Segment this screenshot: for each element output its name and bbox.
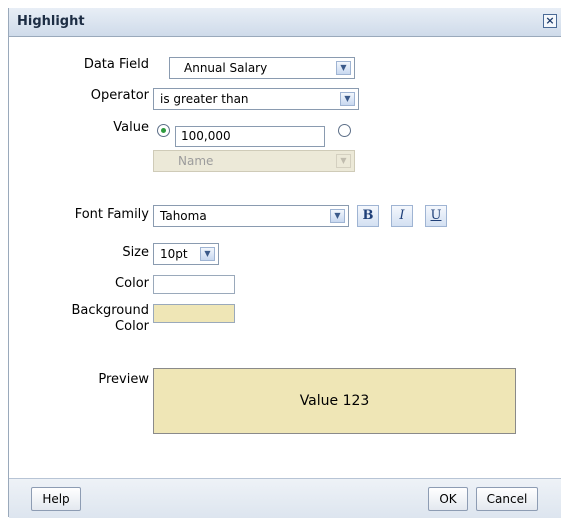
italic-button[interactable]: I [391, 205, 413, 227]
data-field-select[interactable]: Annual Salary ▼ [169, 57, 355, 79]
operator-select[interactable]: is greater than ▼ [153, 88, 359, 110]
value-field-select-text: Name [178, 154, 214, 168]
preview-label: Preview [98, 372, 149, 387]
chevron-down-icon: ▼ [336, 61, 351, 75]
text-color-swatch[interactable] [153, 275, 235, 294]
font-family-value: Tahoma [160, 209, 207, 223]
ok-button[interactable]: OK [428, 487, 468, 511]
font-family-label: Font Family [74, 207, 149, 222]
help-button[interactable]: Help [31, 487, 81, 511]
dialog-footer: Help OK Cancel [9, 478, 561, 518]
bold-button[interactable]: B [357, 205, 379, 227]
size-value: 10pt [160, 247, 188, 261]
preview-text: Value 123 [299, 393, 370, 409]
close-icon[interactable]: × [543, 14, 557, 28]
data-field-value: Annual Salary [184, 61, 268, 75]
chevron-down-icon: ▼ [330, 209, 345, 223]
font-family-select[interactable]: Tahoma ▼ [153, 205, 349, 227]
value-literal-radio[interactable] [157, 124, 170, 137]
value-input-text: 100,000 [181, 129, 231, 143]
value-input[interactable]: 100,000 [175, 126, 325, 147]
underline-button[interactable]: U [425, 205, 447, 227]
highlight-dialog: Highlight × Data Field Annual Salary ▼ O… [8, 8, 561, 518]
size-label: Size [122, 245, 149, 260]
dialog-title: Highlight [17, 14, 85, 29]
value-label: Value [113, 120, 149, 135]
data-field-label: Data Field [83, 57, 149, 72]
preview-box: Value 123 [153, 368, 516, 434]
color-label: Color [115, 276, 149, 291]
background-color-label-line1: Background [71, 303, 149, 318]
title-bar: Highlight × [9, 8, 561, 37]
cancel-button[interactable]: Cancel [476, 487, 538, 511]
size-select[interactable]: 10pt ▼ [153, 243, 219, 265]
chevron-down-icon: ▼ [200, 247, 215, 261]
chevron-down-icon: ▼ [336, 154, 351, 168]
value-field-radio[interactable] [338, 124, 351, 137]
chevron-down-icon: ▼ [340, 92, 355, 106]
value-field-select: Name ▼ [153, 150, 355, 172]
operator-label: Operator [90, 88, 149, 103]
background-color-swatch[interactable] [153, 304, 235, 323]
background-color-label-line2: Color [115, 319, 149, 334]
operator-value: is greater than [160, 92, 249, 106]
